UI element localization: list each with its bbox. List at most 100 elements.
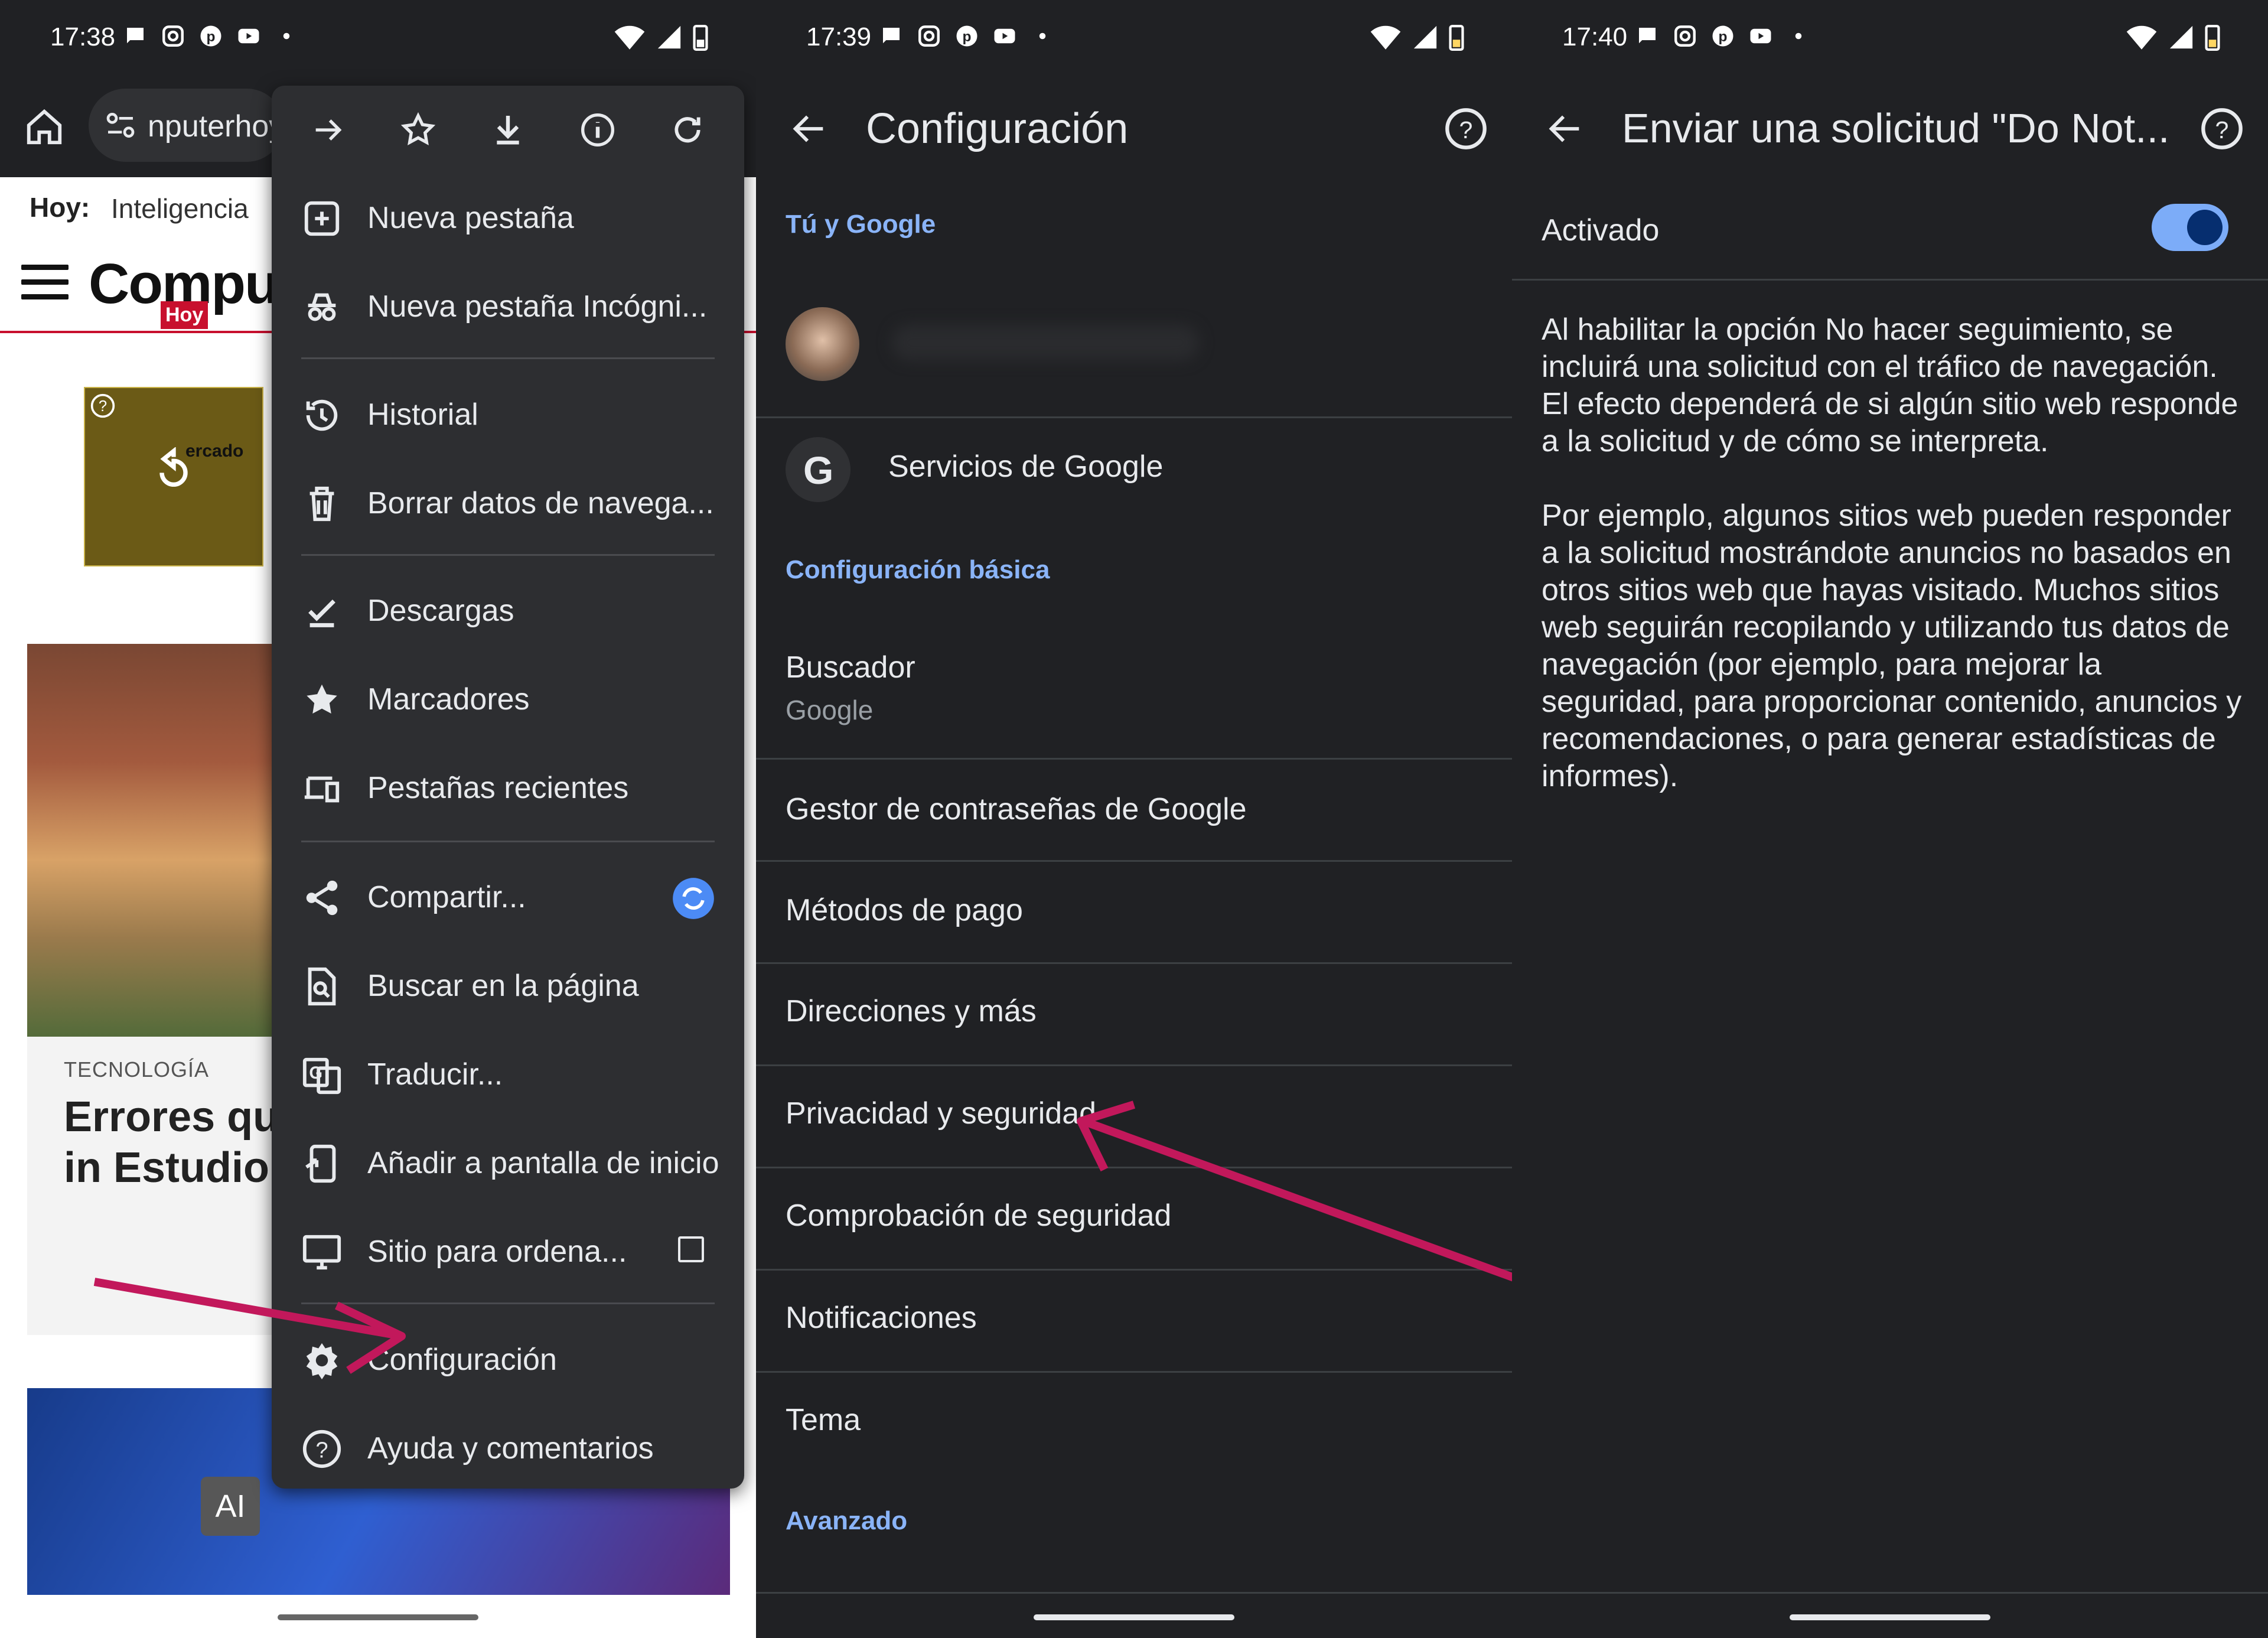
address-bar[interactable]: nputerhoy [89, 89, 284, 162]
menu-item-translate[interactable]: G Traducir... [272, 1031, 744, 1119]
system-icons [1369, 24, 1465, 51]
status-time: 17:39 [806, 22, 872, 51]
search-engine-row[interactable]: Buscador Google [756, 626, 1512, 756]
help-icon[interactable]: ? [1443, 106, 1488, 151]
menu-item-downloads[interactable]: Descargas [272, 567, 744, 656]
signal-icon [657, 25, 681, 49]
svg-text:?: ? [315, 1438, 328, 1463]
settings-row-label: Privacidad y seguridad [786, 1096, 1097, 1131]
hamburger-menu-icon[interactable] [21, 265, 69, 309]
menu-item-add-home[interactable]: Añadir a pantalla de inicio [272, 1119, 744, 1208]
account-row[interactable] [756, 278, 1512, 413]
menu-item-history[interactable]: Historial [272, 371, 744, 460]
youtube-icon [1750, 28, 1771, 44]
menu-item-label: Ayuda y comentarios [367, 1431, 654, 1466]
dnt-toggle-switch[interactable] [2152, 204, 2228, 251]
home-icon[interactable] [24, 106, 65, 148]
bookmark-star-icon[interactable] [399, 111, 437, 149]
section-basic: Configuración básica [786, 555, 1050, 584]
dnt-app-bar: Enviar una solicitud "Do Not... ? [1512, 74, 2268, 180]
chat-icon [127, 28, 144, 44]
notification-icons: p [879, 24, 1055, 48]
pinterest-icon: p [200, 25, 221, 47]
info-icon[interactable] [579, 111, 617, 149]
desktop-icon [302, 1235, 341, 1270]
menu-item-recent-tabs[interactable]: Pestañas recientes [272, 744, 744, 833]
search-engine-label: Buscador [786, 650, 915, 685]
help-icon: ? [302, 1429, 341, 1468]
add-to-home-icon [305, 1144, 336, 1183]
status-time: 17:38 [50, 22, 116, 51]
menu-item-new-tab[interactable]: Nueva pestaña [272, 174, 744, 263]
svg-text:?: ? [2215, 116, 2229, 144]
menu-item-label: Descargas [367, 594, 514, 628]
site-settings-icon[interactable] [104, 109, 137, 142]
passwords-row[interactable]: Gestor de contraseñas de Google [756, 760, 1512, 860]
ai-badge: AI [201, 1477, 260, 1536]
back-arrow-icon[interactable] [788, 108, 830, 149]
gesture-bar [1790, 1614, 1990, 1620]
menu-item-label: Nueva pestaña [367, 201, 574, 235]
divider [1512, 279, 2268, 281]
star-icon [307, 684, 337, 714]
menu-item-clear-data[interactable]: Borrar datos de navega... [272, 460, 744, 548]
section-advanced[interactable]: Avanzado [786, 1506, 907, 1536]
google-services-row[interactable]: G Servicios de Google [756, 419, 1512, 514]
dot-icon [1795, 32, 1802, 40]
google-g-icon: G [786, 437, 850, 502]
menu-item-incognito[interactable]: Nueva pestaña Incógni... [272, 263, 744, 351]
divider [756, 1592, 1512, 1594]
gesture-bar [278, 1614, 478, 1620]
forward-icon[interactable] [309, 111, 347, 149]
advertisement[interactable]: ? ercado [84, 387, 263, 566]
menu-item-help[interactable]: ? Ayuda y comentarios [272, 1405, 744, 1493]
notification-icons: p [123, 24, 299, 48]
download-icon[interactable] [489, 111, 527, 149]
battery-icon [693, 25, 708, 51]
page-title: Configuración [866, 105, 1129, 152]
google-services-label: Servicios de Google [888, 450, 1164, 484]
menu-item-label: Nueva pestaña Incógni... [367, 289, 708, 324]
youtube-icon [238, 28, 259, 44]
back-arrow-icon[interactable] [1544, 108, 1586, 149]
menu-item-label: Añadir a pantalla de inicio [367, 1146, 719, 1180]
menu-item-label: Traducir... [367, 1057, 503, 1092]
battery-icon [1449, 25, 1464, 51]
help-icon[interactable]: ? [2199, 106, 2244, 151]
instagram-icon [162, 25, 184, 47]
description-paragraph-1: Al habilitar la opción No hacer seguimie… [1542, 312, 2238, 458]
search-engine-value: Google [786, 695, 874, 725]
annotation-arrow [1077, 1100, 1512, 1282]
menu-divider [301, 554, 715, 556]
ticker-text[interactable]: Inteligencia [111, 193, 249, 224]
site-logo-badge: Hoy [161, 301, 208, 329]
wifi-icon [1370, 25, 1401, 50]
menu-item-bookmarks[interactable]: Marcadores [272, 656, 744, 744]
menu-item-label: Sitio para ordena... [367, 1235, 627, 1269]
ad-help-icon[interactable]: ? [90, 393, 116, 419]
settings-row-label: Métodos de pago [786, 893, 1023, 927]
incognito-icon [308, 293, 336, 321]
new-tab-icon [304, 201, 340, 236]
description-paragraph-2: Por ejemplo, algunos sitios web pueden r… [1542, 499, 2242, 793]
instagram-icon [918, 25, 940, 47]
theme-row[interactable]: Tema [756, 1373, 1512, 1467]
addresses-row[interactable]: Direcciones y más [756, 964, 1512, 1064]
refresh-icon[interactable] [669, 111, 706, 149]
settings-screen: 17:39 p Configuración ? Tú y Google G Se… [756, 0, 1512, 1638]
menu-item-label: Marcadores [367, 682, 530, 717]
menu-item-share[interactable]: Compartir... [272, 854, 744, 942]
desktop-site-checkbox[interactable] [678, 1236, 704, 1262]
status-bar: 17:38 p [0, 0, 756, 74]
settings-row-label: Notificaciones [786, 1301, 977, 1335]
translate-icon: G [302, 1057, 341, 1095]
dot-icon [1039, 32, 1046, 40]
payment-methods-row[interactable]: Métodos de pago [756, 862, 1512, 962]
replay-icon[interactable] [150, 447, 197, 494]
annotation-arrow [93, 1278, 406, 1374]
menu-item-find[interactable]: Buscar en la página [272, 942, 744, 1031]
instagram-icon [1674, 25, 1696, 47]
chat-icon [1639, 28, 1656, 44]
sync-badge-icon[interactable] [671, 876, 716, 921]
trash-icon [309, 486, 334, 522]
